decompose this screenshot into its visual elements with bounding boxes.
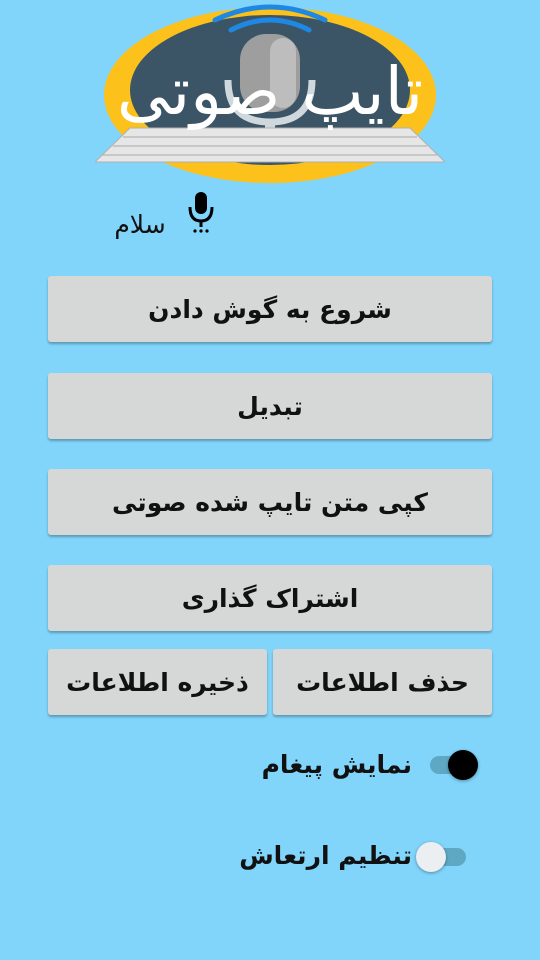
show-message-switch[interactable] — [428, 746, 478, 782]
app-logo: تایپ صوتی — [95, 0, 445, 190]
vibration-label: تنظیم ارتعاش — [239, 841, 412, 870]
convert-button[interactable]: تبدیل — [48, 373, 492, 439]
show-message-label: نمایش پیغام — [261, 750, 412, 779]
delete-data-button[interactable]: حذف اطلاعات — [273, 649, 492, 715]
switch-thumb[interactable] — [448, 750, 478, 780]
share-button[interactable]: اشتراک گذاری — [48, 565, 492, 631]
logo-title: تایپ صوتی — [116, 53, 424, 130]
keyboard-icon — [95, 127, 445, 163]
copy-text-button[interactable]: کپی متن تایپ شده صوتی — [48, 469, 492, 535]
vibration-switch[interactable] — [416, 838, 466, 874]
switch-thumb[interactable] — [416, 842, 446, 872]
start-listening-button[interactable]: شروع به گوش دادن — [48, 276, 492, 342]
save-data-button[interactable]: ذخیره اطلاعات — [48, 649, 267, 715]
microphone-icon[interactable] — [187, 190, 215, 234]
recognized-text: سلام — [114, 210, 166, 239]
